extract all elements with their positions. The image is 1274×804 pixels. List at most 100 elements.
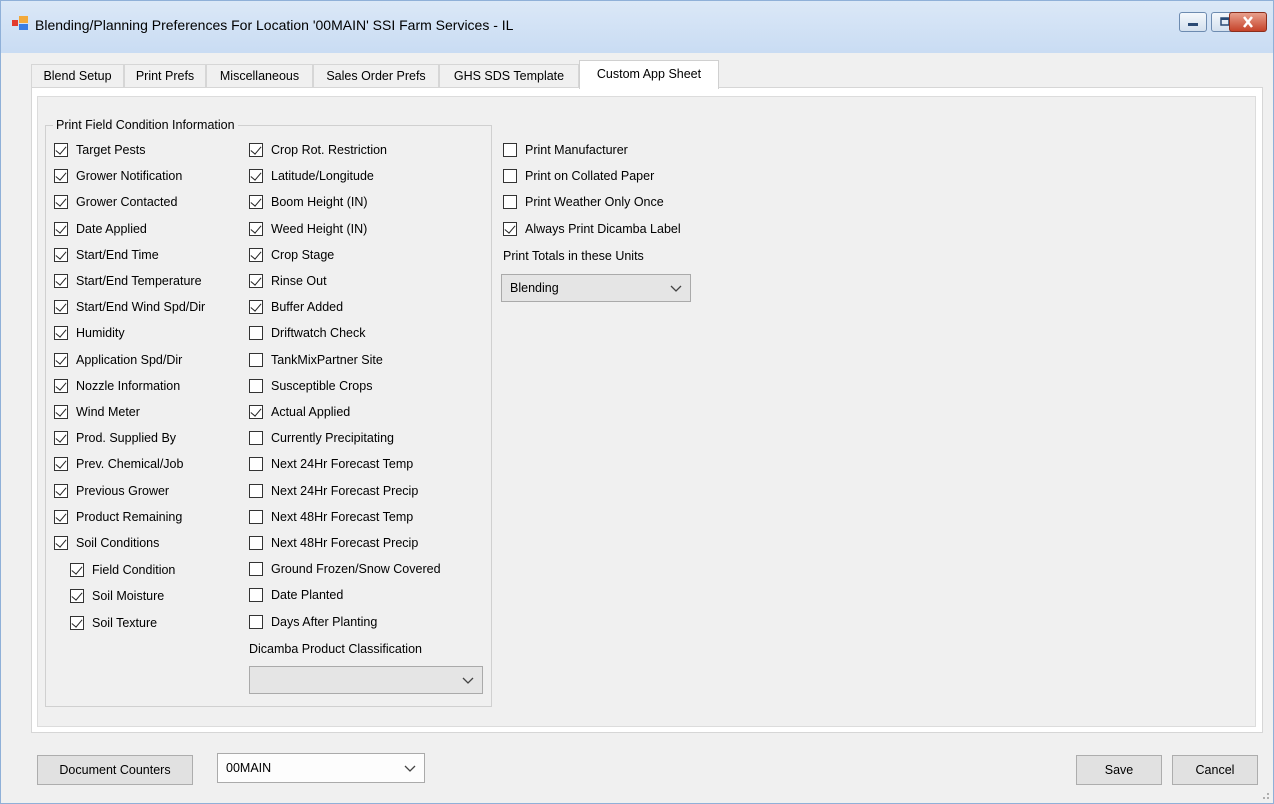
tab-sales-order-prefs[interactable]: Sales Order Prefs: [313, 64, 439, 88]
resize-grip-icon[interactable]: [1260, 790, 1270, 800]
checkbox-unchecked-icon[interactable]: [249, 536, 263, 550]
checkbox-unchecked-icon[interactable]: [249, 588, 263, 603]
checkbox-unchecked-icon[interactable]: [249, 509, 263, 524]
dicamba-classification-select[interactable]: [249, 666, 483, 694]
checkbox-checked-icon[interactable]: [54, 352, 68, 367]
checkbox-checked-icon[interactable]: [54, 221, 68, 236]
checkbox-unchecked-icon[interactable]: [503, 195, 517, 210]
checkbox-susceptible-crops[interactable]: Susceptible Crops: [249, 377, 372, 395]
checkbox-unchecked-icon[interactable]: [249, 431, 263, 446]
checkbox-checked-icon[interactable]: [249, 221, 263, 236]
checkbox-latitude-longitude[interactable]: Latitude/Longitude: [249, 167, 374, 185]
tab-miscellaneous[interactable]: Miscellaneous: [206, 64, 313, 88]
tab-custom-app-sheet[interactable]: Custom App Sheet: [579, 60, 719, 89]
units-select[interactable]: Blending: [501, 274, 691, 302]
checkbox-unchecked-icon[interactable]: [249, 352, 263, 367]
checkbox-checked-icon[interactable]: [54, 431, 68, 446]
checkbox-print-on-collated-paper[interactable]: Print on Collated Paper: [503, 167, 654, 185]
checkbox-checked-icon[interactable]: [54, 274, 68, 288]
checkbox-checked-icon[interactable]: [249, 195, 263, 210]
checkbox-checked-icon[interactable]: [54, 457, 68, 472]
checkbox-unchecked-icon[interactable]: [249, 562, 263, 577]
checkbox-next-24hr-forecast-temp[interactable]: Next 24Hr Forecast Temp: [249, 455, 413, 473]
checkbox-unchecked-icon[interactable]: [503, 169, 517, 184]
checkbox-rinse-out[interactable]: Rinse Out: [249, 272, 327, 290]
checkbox-checked-icon[interactable]: [54, 378, 68, 393]
checkbox-checked-icon[interactable]: [54, 405, 68, 419]
checkbox-tankmixpartner-site[interactable]: TankMixPartner Site: [249, 351, 383, 369]
checkbox-print-weather-only-once[interactable]: Print Weather Only Once: [503, 193, 664, 211]
checkbox-grower-notification[interactable]: Grower Notification: [54, 167, 182, 185]
checkbox-checked-icon[interactable]: [54, 195, 68, 210]
tab-ghs-sds-template[interactable]: GHS SDS Template: [439, 64, 579, 88]
checkbox-buffer-added[interactable]: Buffer Added: [249, 298, 343, 316]
close-button[interactable]: [1229, 12, 1267, 32]
checkbox-previous-grower[interactable]: Previous Grower: [54, 482, 169, 500]
checkbox-checked-icon[interactable]: [54, 143, 68, 157]
checkbox-currently-precipitating[interactable]: Currently Precipitating: [249, 429, 394, 447]
checkbox-checked-icon[interactable]: [54, 483, 68, 498]
checkbox-crop-rot-restriction[interactable]: Crop Rot. Restriction: [249, 141, 387, 159]
checkbox-wind-meter[interactable]: Wind Meter: [54, 403, 140, 421]
checkbox-checked-icon[interactable]: [54, 536, 68, 550]
checkbox-soil-moisture[interactable]: Soil Moisture: [70, 587, 164, 605]
checkbox-checked-icon[interactable]: [70, 615, 84, 630]
checkbox-application-spd-dir[interactable]: Application Spd/Dir: [54, 351, 182, 369]
checkbox-label: Susceptible Crops: [271, 378, 373, 393]
checkbox-target-pests[interactable]: Target Pests: [54, 141, 145, 159]
checkbox-date-applied[interactable]: Date Applied: [54, 220, 147, 238]
checkbox-start-end-temperature[interactable]: Start/End Temperature: [54, 272, 202, 290]
checkbox-checked-icon[interactable]: [249, 169, 263, 184]
tab-print-prefs[interactable]: Print Prefs: [124, 64, 206, 88]
checkbox-driftwatch-check[interactable]: Driftwatch Check: [249, 324, 365, 342]
checkbox-product-remaining[interactable]: Product Remaining: [54, 508, 182, 526]
checkbox-checked-icon[interactable]: [70, 589, 84, 604]
checkbox-checked-icon[interactable]: [249, 143, 263, 157]
checkbox-unchecked-icon[interactable]: [249, 457, 263, 472]
checkbox-checked-icon[interactable]: [249, 300, 263, 315]
checkbox-weed-height-in[interactable]: Weed Height (IN): [249, 220, 367, 238]
checkbox-boom-height-in[interactable]: Boom Height (IN): [249, 193, 368, 211]
checkbox-actual-applied[interactable]: Actual Applied: [249, 403, 350, 421]
checkbox-date-planted[interactable]: Date Planted: [249, 586, 343, 604]
checkbox-checked-icon[interactable]: [249, 405, 263, 419]
checkbox-ground-frozen-snow-covered[interactable]: Ground Frozen/Snow Covered: [249, 560, 441, 578]
checkbox-field-condition[interactable]: Field Condition: [70, 561, 175, 579]
checkbox-checked-icon[interactable]: [54, 300, 68, 315]
checkbox-checked-icon[interactable]: [54, 509, 68, 524]
cancel-button[interactable]: Cancel: [1172, 755, 1258, 785]
checkbox-next-48hr-forecast-precip[interactable]: Next 48Hr Forecast Precip: [249, 534, 418, 552]
checkbox-start-end-wind-spd-dir[interactable]: Start/End Wind Spd/Dir: [54, 298, 205, 316]
checkbox-next-24hr-forecast-precip[interactable]: Next 24Hr Forecast Precip: [249, 482, 418, 500]
checkbox-humidity[interactable]: Humidity: [54, 324, 125, 342]
location-select[interactable]: 00MAIN: [217, 753, 425, 783]
checkbox-soil-conditions[interactable]: Soil Conditions: [54, 534, 159, 552]
checkbox-print-manufacturer[interactable]: Print Manufacturer: [503, 141, 628, 159]
checkbox-checked-icon[interactable]: [54, 326, 68, 341]
checkbox-days-after-planting[interactable]: Days After Planting: [249, 613, 377, 631]
checkbox-unchecked-icon[interactable]: [249, 378, 263, 393]
checkbox-start-end-time[interactable]: Start/End Time: [54, 246, 159, 264]
checkbox-next-48hr-forecast-temp[interactable]: Next 48Hr Forecast Temp: [249, 508, 413, 526]
checkbox-checked-icon[interactable]: [54, 247, 68, 262]
tab-blend-setup[interactable]: Blend Setup: [31, 64, 124, 88]
checkbox-prod-supplied-by[interactable]: Prod. Supplied By: [54, 429, 176, 447]
checkbox-soil-texture[interactable]: Soil Texture: [70, 614, 157, 632]
document-counters-button[interactable]: Document Counters: [37, 755, 193, 785]
checkbox-nozzle-information[interactable]: Nozzle Information: [54, 377, 180, 395]
checkbox-unchecked-icon[interactable]: [503, 143, 517, 157]
checkbox-checked-icon[interactable]: [503, 221, 517, 236]
checkbox-unchecked-icon[interactable]: [249, 326, 263, 341]
checkbox-checked-icon[interactable]: [54, 169, 68, 184]
checkbox-checked-icon[interactable]: [249, 274, 263, 288]
checkbox-crop-stage[interactable]: Crop Stage: [249, 246, 334, 264]
checkbox-checked-icon[interactable]: [249, 247, 263, 262]
checkbox-unchecked-icon[interactable]: [249, 614, 263, 629]
save-button[interactable]: Save: [1076, 755, 1162, 785]
checkbox-always-print-dicamba-label[interactable]: Always Print Dicamba Label: [503, 220, 681, 238]
checkbox-grower-contacted[interactable]: Grower Contacted: [54, 193, 177, 211]
checkbox-prev-chemical-job[interactable]: Prev. Chemical/Job: [54, 455, 183, 473]
checkbox-checked-icon[interactable]: [70, 563, 84, 577]
minimize-button[interactable]: [1179, 12, 1207, 32]
checkbox-unchecked-icon[interactable]: [249, 483, 263, 498]
